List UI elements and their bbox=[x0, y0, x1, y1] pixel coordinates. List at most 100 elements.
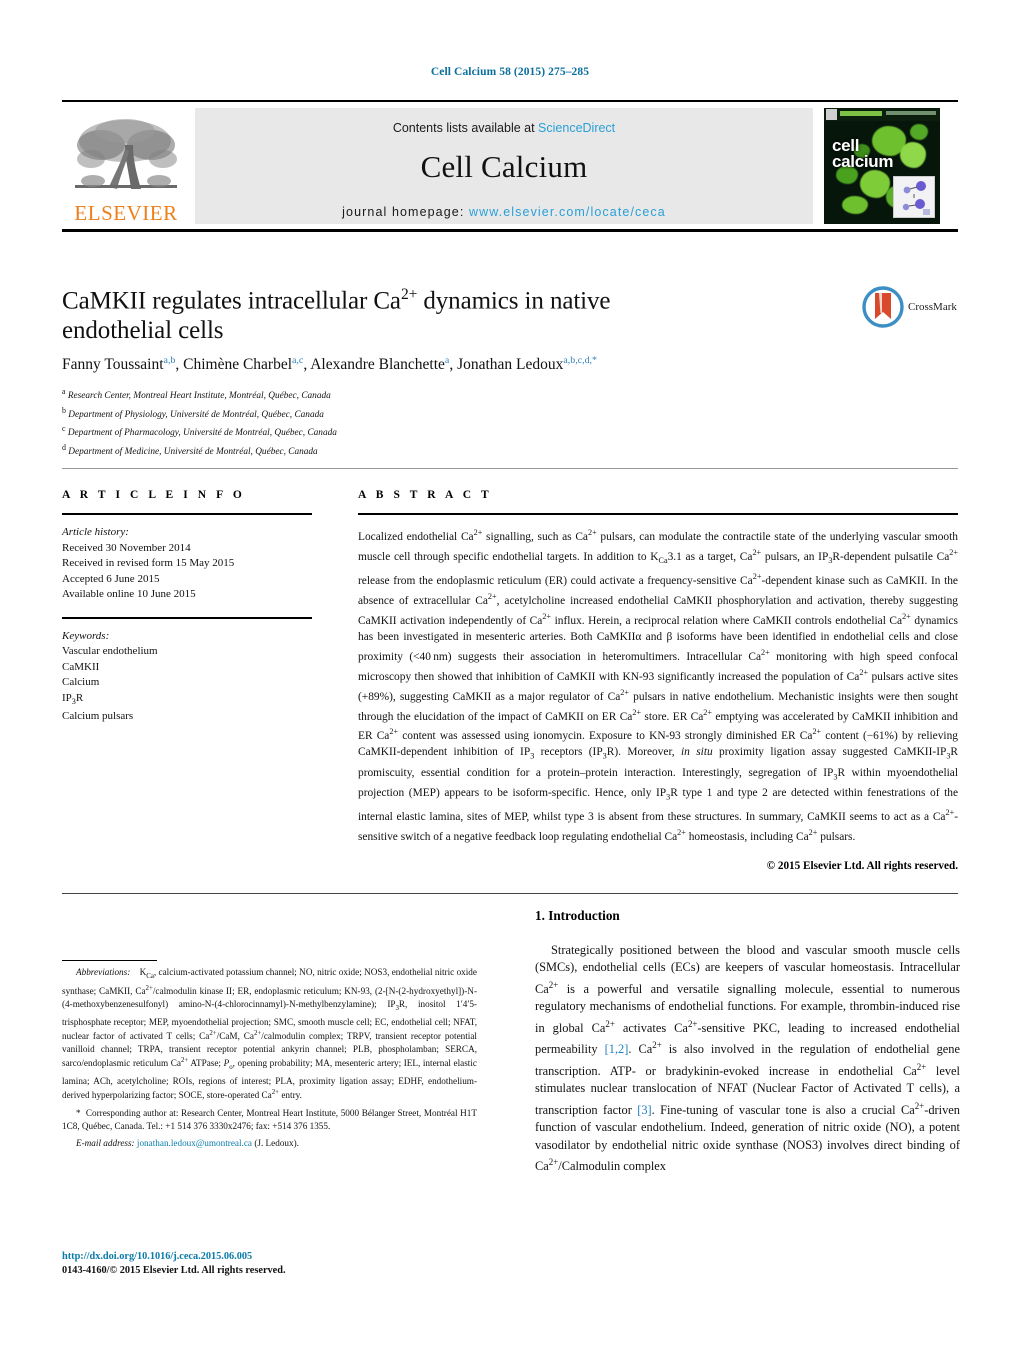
homepage-prefix: journal homepage: bbox=[342, 205, 469, 219]
introduction-paragraph: Strategically positioned between the blo… bbox=[535, 943, 960, 1174]
abstract-section: A B S T R A C T Localized endothelial Ca… bbox=[358, 489, 958, 872]
section-divider-bottom bbox=[62, 893, 958, 894]
abbreviations-label: Abbreviations: bbox=[76, 967, 131, 977]
article-info-rule bbox=[62, 513, 312, 515]
running-head: Cell Calcium 58 (2015) 275–285 bbox=[430, 66, 590, 78]
cover-blob bbox=[842, 196, 868, 214]
journal-homepage-line: journal homepage: www.elsevier.com/locat… bbox=[195, 205, 813, 219]
corresponding-text: Corresponding author at: Research Center… bbox=[62, 1108, 478, 1131]
cover-blob bbox=[910, 124, 928, 140]
keyword-item: Calcium pulsars bbox=[62, 710, 134, 723]
cover-title: cell calcium bbox=[832, 137, 894, 171]
history-item: Accepted 6 June 2015 bbox=[62, 572, 160, 585]
section-divider-top bbox=[62, 468, 958, 469]
author-list: Fanny Toussainta,b, Chimène Charbela,c, … bbox=[62, 355, 597, 374]
history-item: Received in revised form 15 May 2015 bbox=[62, 557, 235, 569]
history-item: Available online 10 June 2015 bbox=[62, 588, 196, 600]
affiliation-mark: b bbox=[62, 405, 66, 415]
cover-issue-text bbox=[886, 111, 936, 115]
contents-prefix: Contents lists available at bbox=[392, 121, 539, 135]
author-affil-marks: a bbox=[444, 355, 450, 366]
author-affil-marks: a,b bbox=[163, 355, 176, 366]
abstract-copyright: © 2015 Elsevier Ltd. All rights reserved… bbox=[766, 860, 958, 873]
elsevier-logo: ELSEVIER bbox=[68, 108, 184, 224]
footnotes-section: Abbreviations: KCa, calcium-activated po… bbox=[62, 960, 477, 1150]
article-title-line1: CaMKII regulates intracellular Ca bbox=[62, 287, 401, 315]
crossmark-label: CrossMark bbox=[908, 301, 957, 313]
email-label: E-mail address: bbox=[76, 1138, 135, 1149]
article-info-section: A R T I C L E I N F O Article history: R… bbox=[62, 489, 312, 725]
citation-link[interactable]: [1,2] bbox=[605, 1042, 629, 1056]
journal-cover-thumbnail: cell calcium bbox=[824, 108, 940, 224]
affiliation-item: b Department of Physiology, Université d… bbox=[62, 404, 622, 423]
doi-link[interactable]: http://dx.doi.org/10.1016/j.ceca.2015.06… bbox=[62, 1250, 482, 1264]
paper-page: Cell Calcium 58 (2015) 275–285 ELSEVIER … bbox=[0, 0, 1020, 1351]
corresponding-marker: * bbox=[76, 1108, 81, 1119]
keyword-item: CaMKII bbox=[62, 660, 100, 673]
elsevier-wordmark: ELSEVIER bbox=[74, 201, 178, 225]
author-affil-marks: a,c bbox=[292, 355, 304, 366]
elsevier-tree-icon bbox=[71, 115, 181, 201]
email-link[interactable]: jonathan.ledoux@umontreal.ca bbox=[137, 1138, 252, 1148]
abbreviations-footnote: Abbreviations: KCa, calcium-activated po… bbox=[62, 967, 477, 1101]
abstract-heading: A B S T R A C T bbox=[358, 489, 493, 501]
abstract-rule bbox=[358, 513, 958, 515]
author-name: Fanny Toussaint bbox=[62, 356, 164, 374]
article-title-sup: 2+ bbox=[400, 286, 418, 303]
cover-topbar bbox=[824, 108, 940, 121]
author-name: Jonathan Ledoux bbox=[457, 356, 564, 374]
crossmark-badge[interactable]: CrossMark bbox=[862, 283, 962, 331]
article-info-heading: A R T I C L E I N F O bbox=[62, 489, 246, 501]
cover-title-line2: calcium bbox=[832, 152, 894, 171]
article-title-line1-rest: dynamics in native bbox=[417, 287, 611, 315]
abstract-text: Localized endothelial Ca2+ signalling, s… bbox=[358, 528, 959, 844]
sciencedirect-link[interactable]: ScienceDirect bbox=[538, 121, 615, 135]
citation-link[interactable]: [3] bbox=[637, 1103, 651, 1117]
author-name: Chimène Charbel bbox=[183, 356, 293, 374]
keywords-label: Keywords: bbox=[62, 629, 110, 642]
introduction-heading: 1. Introduction bbox=[535, 908, 620, 923]
journal-title: Cell Calcium bbox=[420, 149, 588, 184]
cover-green-bar bbox=[840, 111, 882, 116]
affiliation-mark: c bbox=[62, 424, 66, 434]
affiliation-text: Department of Physiology, Université de … bbox=[68, 409, 324, 420]
affiliation-mark: a bbox=[62, 387, 66, 396]
affiliation-text: Department of Pharmacology, Université d… bbox=[67, 428, 337, 439]
article-history: Article history: Received 30 November 20… bbox=[62, 525, 312, 603]
cover-inset-figure bbox=[893, 176, 935, 218]
issn-copyright: 0143-4160/© 2015 Elsevier Ltd. All right… bbox=[62, 1265, 286, 1276]
doi-block: http://dx.doi.org/10.1016/j.ceca.2015.06… bbox=[62, 1250, 482, 1278]
affiliation-item: a Research Center, Montreal Heart Instit… bbox=[62, 385, 622, 404]
affiliation-text: Research Center, Montreal Heart Institut… bbox=[67, 391, 331, 402]
article-history-label: Article history: bbox=[62, 526, 129, 538]
author-affil-marks: a,b,c,d,* bbox=[563, 355, 597, 366]
contents-line: Contents lists available at ScienceDirec… bbox=[195, 121, 813, 135]
crossmark-icon bbox=[862, 286, 904, 328]
introduction-section: 1. Introduction Strategically positioned… bbox=[535, 908, 960, 1176]
keyword-item: IP3R bbox=[62, 691, 84, 706]
email-suffix: (J. Ledoux). bbox=[254, 1138, 299, 1149]
title-block: CaMKII regulates intracellular Ca2+ dyna… bbox=[62, 280, 852, 346]
author-name: Alexandre Blanchette bbox=[310, 356, 445, 374]
masthead-banner: Contents lists available at ScienceDirec… bbox=[195, 108, 813, 224]
cover-publisher-mark-icon bbox=[826, 109, 837, 120]
corresponding-author-footnote: * Corresponding author at: Research Cent… bbox=[62, 1107, 477, 1132]
affiliation-text: Department of Medicine, Université de Mo… bbox=[68, 446, 318, 457]
masthead-bottom-rule bbox=[62, 229, 958, 232]
keywords-rule bbox=[62, 616, 312, 619]
masthead-top-rule bbox=[62, 100, 958, 102]
page-title: CaMKII regulates intracellular Ca2+ dyna… bbox=[62, 280, 852, 346]
history-item: Received 30 November 2014 bbox=[62, 541, 191, 554]
keywords-block: Keywords: Vascular endothelium CaMKII Ca… bbox=[62, 629, 312, 725]
affiliation-mark: d bbox=[62, 442, 66, 452]
cover-blob bbox=[900, 142, 926, 168]
journal-masthead: ELSEVIER Contents lists available at Sci… bbox=[62, 100, 958, 232]
footnote-rule bbox=[62, 960, 157, 961]
affiliation-list: a Research Center, Montreal Heart Instit… bbox=[62, 385, 622, 459]
affiliation-item: c Department of Pharmacology, Université… bbox=[62, 422, 622, 441]
keyword-item: Calcium bbox=[62, 676, 100, 688]
affiliation-item: d Department of Medicine, Université de … bbox=[62, 441, 622, 460]
keyword-item: Vascular endothelium bbox=[62, 645, 158, 657]
journal-homepage-url[interactable]: www.elsevier.com/locate/ceca bbox=[469, 205, 666, 219]
article-title-line2: endothelial cells bbox=[62, 317, 224, 345]
